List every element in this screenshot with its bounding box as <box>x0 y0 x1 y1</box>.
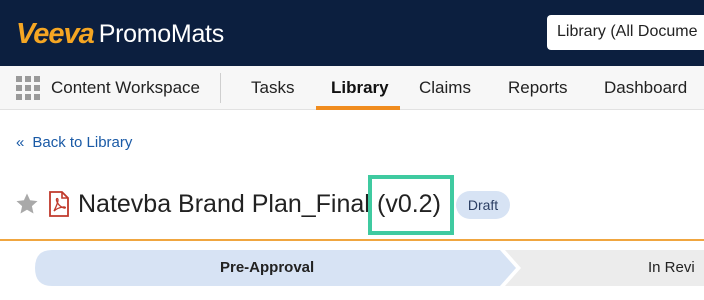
library-search-dropdown[interactable]: Library (All Docume <box>547 15 704 50</box>
header-divider <box>0 239 704 241</box>
nav-content-workspace[interactable]: Content Workspace <box>51 78 200 98</box>
document-version: (v0.2) <box>377 190 441 218</box>
brand-product-name: PromoMats <box>98 19 224 48</box>
back-link-label: Back to Library <box>32 134 133 151</box>
brand-logo[interactable]: Veeva PromoMats <box>16 17 224 50</box>
nav-tab-reports[interactable]: Reports <box>508 78 568 98</box>
nav-tab-tasks[interactable]: Tasks <box>251 78 294 98</box>
star-icon[interactable] <box>15 192 39 216</box>
pdf-icon <box>49 191 69 217</box>
lifecycle-chevrons <box>35 250 704 286</box>
stage-in-review[interactable]: In Revi <box>648 259 695 276</box>
double-chevron-left-icon: « <box>16 134 25 151</box>
nav-divider <box>220 73 221 103</box>
apps-grid-icon[interactable] <box>16 76 40 100</box>
nav-tab-claims[interactable]: Claims <box>419 78 471 98</box>
main-nav: Content Workspace Tasks Library Claims R… <box>0 66 704 110</box>
app-header: Veeva PromoMats Library (All Docume <box>0 0 704 66</box>
brand-veeva-wordmark: Veeva <box>16 17 95 50</box>
stage-pre-approval[interactable]: Pre-Approval <box>220 259 314 276</box>
nav-tab-library[interactable]: Library <box>331 78 389 98</box>
lifecycle-stages: Pre-Approval In Revi <box>0 250 704 286</box>
nav-tab-dashboard[interactable]: Dashboard <box>604 78 687 98</box>
back-to-library-link[interactable]: « Back to Library <box>16 134 132 151</box>
document-title: Natevba Brand Plan_Final <box>78 190 370 218</box>
status-badge: Draft <box>456 191 510 219</box>
active-tab-indicator <box>316 106 400 110</box>
